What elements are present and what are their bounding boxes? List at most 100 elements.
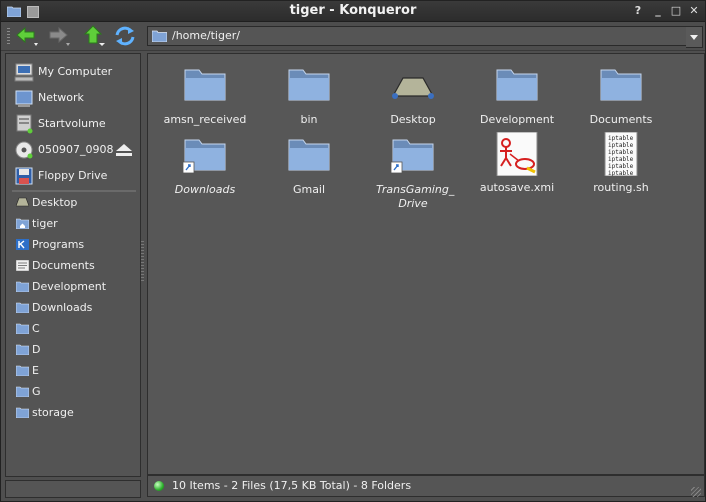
cdrom-icon bbox=[15, 141, 33, 159]
sidebar-item-desktop[interactable]: Desktop bbox=[14, 194, 136, 212]
sidebar-item-floppy[interactable]: Floppy Drive bbox=[12, 164, 136, 188]
status-bar: 10 Items - 2 Files (17,5 KB Total) - 8 F… bbox=[147, 475, 705, 497]
harddisk-icon bbox=[16, 114, 33, 134]
folder-icon bbox=[16, 323, 29, 334]
folder-icon bbox=[16, 365, 29, 376]
folder-icon bbox=[600, 69, 642, 101]
file-name: amsn_received bbox=[163, 113, 247, 126]
file-item-documents[interactable]: Documents bbox=[569, 64, 673, 127]
file-name: Development bbox=[479, 113, 555, 126]
forward-arrow-icon[interactable] bbox=[47, 25, 71, 47]
sidebar-item-documents[interactable]: Documents bbox=[14, 257, 136, 275]
sidebar-item-downloads[interactable]: Downloads bbox=[14, 299, 136, 317]
computer-icon bbox=[14, 63, 34, 82]
location-bar[interactable]: /home/tiger/ bbox=[147, 26, 687, 46]
sidebar-item-my-computer[interactable]: My Computer bbox=[12, 60, 136, 84]
svg-text:iptable: iptable bbox=[608, 156, 634, 163]
folder-icon bbox=[16, 344, 29, 355]
sidebar-item-g[interactable]: G bbox=[14, 383, 136, 401]
sidebar-item-label: Downloads bbox=[32, 301, 93, 314]
sidebar-item-label: Desktop bbox=[32, 196, 78, 209]
folder-link-icon bbox=[182, 139, 226, 174]
file-name: routing.sh bbox=[593, 181, 649, 194]
file-name: Gmail bbox=[292, 183, 326, 196]
desktop-icon bbox=[391, 77, 435, 99]
panel-splitter[interactable] bbox=[141, 241, 144, 281]
svg-text:iptable: iptable bbox=[608, 149, 634, 156]
file-item-amsn-received[interactable]: amsn_received bbox=[153, 64, 257, 127]
location-dropdown-button[interactable] bbox=[686, 26, 703, 48]
file-name: autosave.xmi bbox=[479, 181, 555, 194]
navigation-sidebar: My Computer Network Startvolume 050907_0… bbox=[5, 53, 141, 477]
folder-icon bbox=[16, 386, 29, 397]
file-item-desktop[interactable]: Desktop bbox=[361, 64, 465, 127]
folder-icon bbox=[152, 30, 167, 42]
folder-icon bbox=[16, 407, 29, 418]
folder-icon bbox=[16, 302, 29, 313]
home-folder-icon bbox=[16, 218, 29, 229]
sidebar-item-label: C bbox=[32, 322, 40, 335]
title-bar[interactable]: tiger - Konqueror ? _ □ ✕ bbox=[1, 1, 705, 22]
sidebar-item-label: Network bbox=[38, 91, 84, 104]
help-button[interactable]: ? bbox=[631, 3, 645, 18]
konqueror-window: tiger - Konqueror ? _ □ ✕ /home/tiger/ M… bbox=[0, 0, 706, 502]
main-toolbar: /home/tiger/ bbox=[1, 22, 705, 51]
file-item-transgaming-drive[interactable]: TransGaming_ Drive bbox=[361, 134, 465, 211]
sidebar-item-label: tiger bbox=[32, 217, 58, 230]
sidebar-item-label: D bbox=[32, 343, 41, 356]
chevron-down-icon bbox=[690, 35, 698, 40]
window-title: tiger - Konqueror bbox=[289, 3, 417, 18]
status-led-icon bbox=[154, 481, 164, 491]
svg-text:iptable: iptable bbox=[608, 142, 634, 149]
reload-icon[interactable] bbox=[113, 25, 137, 47]
file-item-gmail[interactable]: Gmail bbox=[257, 134, 361, 197]
maximize-button[interactable]: □ bbox=[669, 3, 683, 18]
document-icon bbox=[16, 260, 29, 271]
kde-icon bbox=[16, 239, 29, 250]
uml-file-icon bbox=[496, 131, 538, 177]
sidebar-item-development[interactable]: Development bbox=[14, 278, 136, 296]
sidebar-item-programs[interactable]: Programs bbox=[14, 236, 136, 254]
floppy-icon bbox=[15, 167, 33, 185]
file-item-bin[interactable]: bin bbox=[257, 64, 361, 127]
file-item-downloads[interactable]: Downloads bbox=[153, 134, 257, 197]
sidebar-item-label: Development bbox=[32, 280, 107, 293]
folder-icon bbox=[496, 69, 538, 101]
minimize-button[interactable]: _ bbox=[651, 3, 665, 18]
sidebar-item-c[interactable]: C bbox=[14, 320, 136, 338]
file-item-routing-sh[interactable]: iptable iptable iptable iptable iptable … bbox=[569, 131, 673, 195]
sidebar-item-label: Floppy Drive bbox=[38, 169, 108, 182]
sidebar-item-d[interactable]: D bbox=[14, 341, 136, 359]
svg-text:iptable: iptable bbox=[608, 163, 634, 170]
desktop-icon bbox=[16, 197, 29, 207]
sidebar-item-cdrom[interactable]: 050907_0908 bbox=[12, 138, 136, 162]
network-icon bbox=[15, 90, 33, 107]
location-input[interactable]: /home/tiger/ bbox=[172, 29, 240, 42]
folder-icon bbox=[16, 281, 29, 292]
sidebar-tab-bar[interactable] bbox=[5, 480, 141, 498]
svg-text:iptable: iptable bbox=[608, 135, 634, 142]
sidebar-item-network[interactable]: Network bbox=[12, 86, 136, 110]
file-view[interactable]: amsn_received bin Desktop Development Do… bbox=[147, 53, 705, 475]
back-arrow-icon[interactable] bbox=[15, 25, 39, 47]
svg-text:iptable: iptable bbox=[608, 170, 634, 176]
sidebar-item-label: Documents bbox=[32, 259, 95, 272]
sidebar-item-tiger[interactable]: tiger bbox=[14, 215, 136, 233]
sidebar-item-e[interactable]: E bbox=[14, 362, 136, 380]
file-item-development[interactable]: Development bbox=[465, 64, 569, 127]
toolbar-grip[interactable] bbox=[7, 28, 10, 44]
file-item-autosave-xmi[interactable]: autosave.xmi bbox=[465, 131, 569, 195]
sidebar-item-label: storage bbox=[32, 406, 74, 419]
file-name: Downloads bbox=[174, 183, 236, 196]
resize-grip[interactable] bbox=[691, 487, 701, 497]
status-text: 10 Items - 2 Files (17,5 KB Total) - 8 F… bbox=[172, 479, 412, 492]
sidebar-item-label: My Computer bbox=[38, 65, 113, 78]
sidebar-item-label: Startvolume bbox=[38, 117, 106, 130]
close-button[interactable]: ✕ bbox=[687, 3, 701, 18]
file-name: Desktop bbox=[390, 113, 436, 126]
eject-icon[interactable] bbox=[114, 142, 134, 158]
sidebar-item-startvolume[interactable]: Startvolume bbox=[12, 112, 136, 136]
sidebar-item-label: 050907_0908 bbox=[38, 143, 114, 156]
up-arrow-icon[interactable] bbox=[83, 25, 107, 47]
sidebar-item-storage[interactable]: storage bbox=[14, 404, 136, 422]
